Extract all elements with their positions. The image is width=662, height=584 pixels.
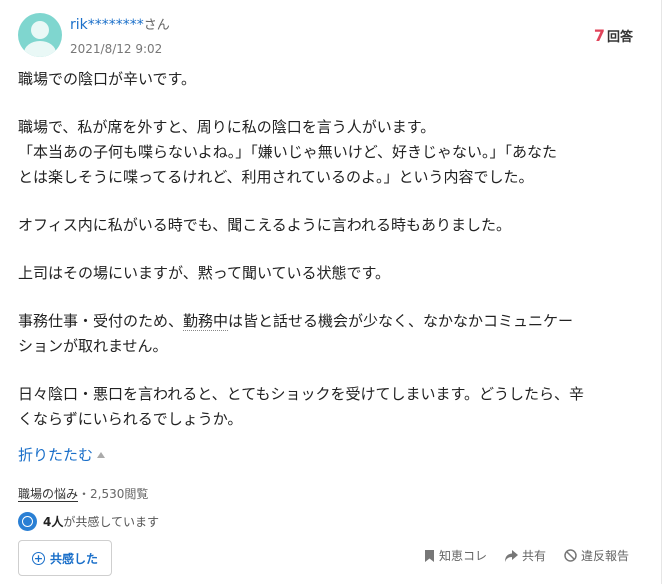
user-line: rik********さん xyxy=(70,16,170,35)
chiebukuro-collection-label: 知恵コレ xyxy=(438,549,487,563)
plus-circle-icon: + xyxy=(31,551,45,565)
empathy-button-label: 共感した xyxy=(49,551,98,566)
share-button[interactable]: 共有 xyxy=(504,547,546,564)
question-paragraph-4-line-2: ションが取れません。 xyxy=(18,337,168,355)
avatar-head-shape xyxy=(31,21,49,39)
report-label: 違反報告 xyxy=(580,549,629,563)
report-button[interactable]: 違反報告 xyxy=(564,547,629,564)
user-avatar[interactable] xyxy=(18,13,62,57)
user-honorific: さん xyxy=(143,18,170,33)
question-meta: 職場の悩み・2,530閲覧 xyxy=(18,486,148,502)
avatar-body-shape xyxy=(24,41,56,57)
chiebukuro-collection-button[interactable]: 知恵コレ xyxy=(424,547,487,564)
question-paragraph-1-line-3: とは楽しそうに喋ってるけれど、利用されているのよ。」という内容でした。 xyxy=(18,168,534,186)
bookmark-icon xyxy=(424,549,434,562)
empathy-count: 4人 xyxy=(43,514,64,529)
question-title: 職場での陰口が辛いです。 xyxy=(18,70,197,88)
keyword-link[interactable]: 勤務中 xyxy=(183,312,229,331)
question-paragraph-5-line-1: 日々陰口・悪口を言われると、とてもショックを受けてしまいます。どうしたら、辛 xyxy=(18,385,584,403)
answer-count[interactable]: 7 回答 xyxy=(594,26,633,45)
question-paragraph-5-line-2: くならずにいられるでしょうか。 xyxy=(18,410,243,428)
question-body: 職場での陰口が辛いです。 職場で、私が席を外すと、周りに私の陰口を言う人がいます… xyxy=(18,67,638,432)
post-date: 2021/8/12 9:02 xyxy=(70,42,163,56)
share-arrow-icon xyxy=(504,549,518,562)
category-link[interactable]: 職場の悩み xyxy=(18,487,79,502)
question-paragraph-1-line-1: 職場で、私が席を外すと、周りに私の陰口を言う人がいます。 xyxy=(18,118,436,136)
question-paragraph-4-line-1: 事務仕事・受付のため、勤務中は皆と話せる機会が少なく、なかなかコミュニケー xyxy=(18,309,638,334)
share-label: 共有 xyxy=(521,549,546,563)
question-paragraph-2: オフィス内に私がいる時でも、聞こえるように言われる時もありました。 xyxy=(18,216,512,234)
question-card: rik********さん 2021/8/12 9:02 7 回答 職場での陰口が… xyxy=(0,0,662,584)
empathy-text: が共感しています xyxy=(63,514,160,529)
user-name-link[interactable]: rik******** xyxy=(70,17,144,33)
view-count: ・2,530閲覧 xyxy=(78,487,149,501)
question-paragraph-1-line-2: 「本当あの子何も喋らないよね。」「嫌いじゃ無いけど、好きじゃない。」「あなた xyxy=(18,143,557,161)
empathy-summary: 4人 が共感しています xyxy=(18,511,159,531)
prohibited-icon xyxy=(564,549,577,562)
question-paragraph-3: 上司はその場にいますが、黙って聞いている状態です。 xyxy=(18,264,391,282)
empathy-button[interactable]: + 共感した xyxy=(18,540,112,576)
question-p4-pre: 事務仕事・受付のため、 xyxy=(18,312,184,330)
answer-count-label: 回答 xyxy=(606,30,633,45)
collapse-toggle[interactable]: 折りたたむ xyxy=(18,444,106,466)
collapse-label: 折りたたむ xyxy=(18,446,94,464)
answer-count-number: 7 xyxy=(593,26,605,45)
action-bar: 知恵コレ 共有 違反報告 xyxy=(424,547,629,564)
question-p4-post: は皆と話せる機会が少なく、なかなかコミュニケー xyxy=(228,312,574,330)
empathy-icon xyxy=(18,511,37,531)
caret-up-icon xyxy=(97,452,106,458)
